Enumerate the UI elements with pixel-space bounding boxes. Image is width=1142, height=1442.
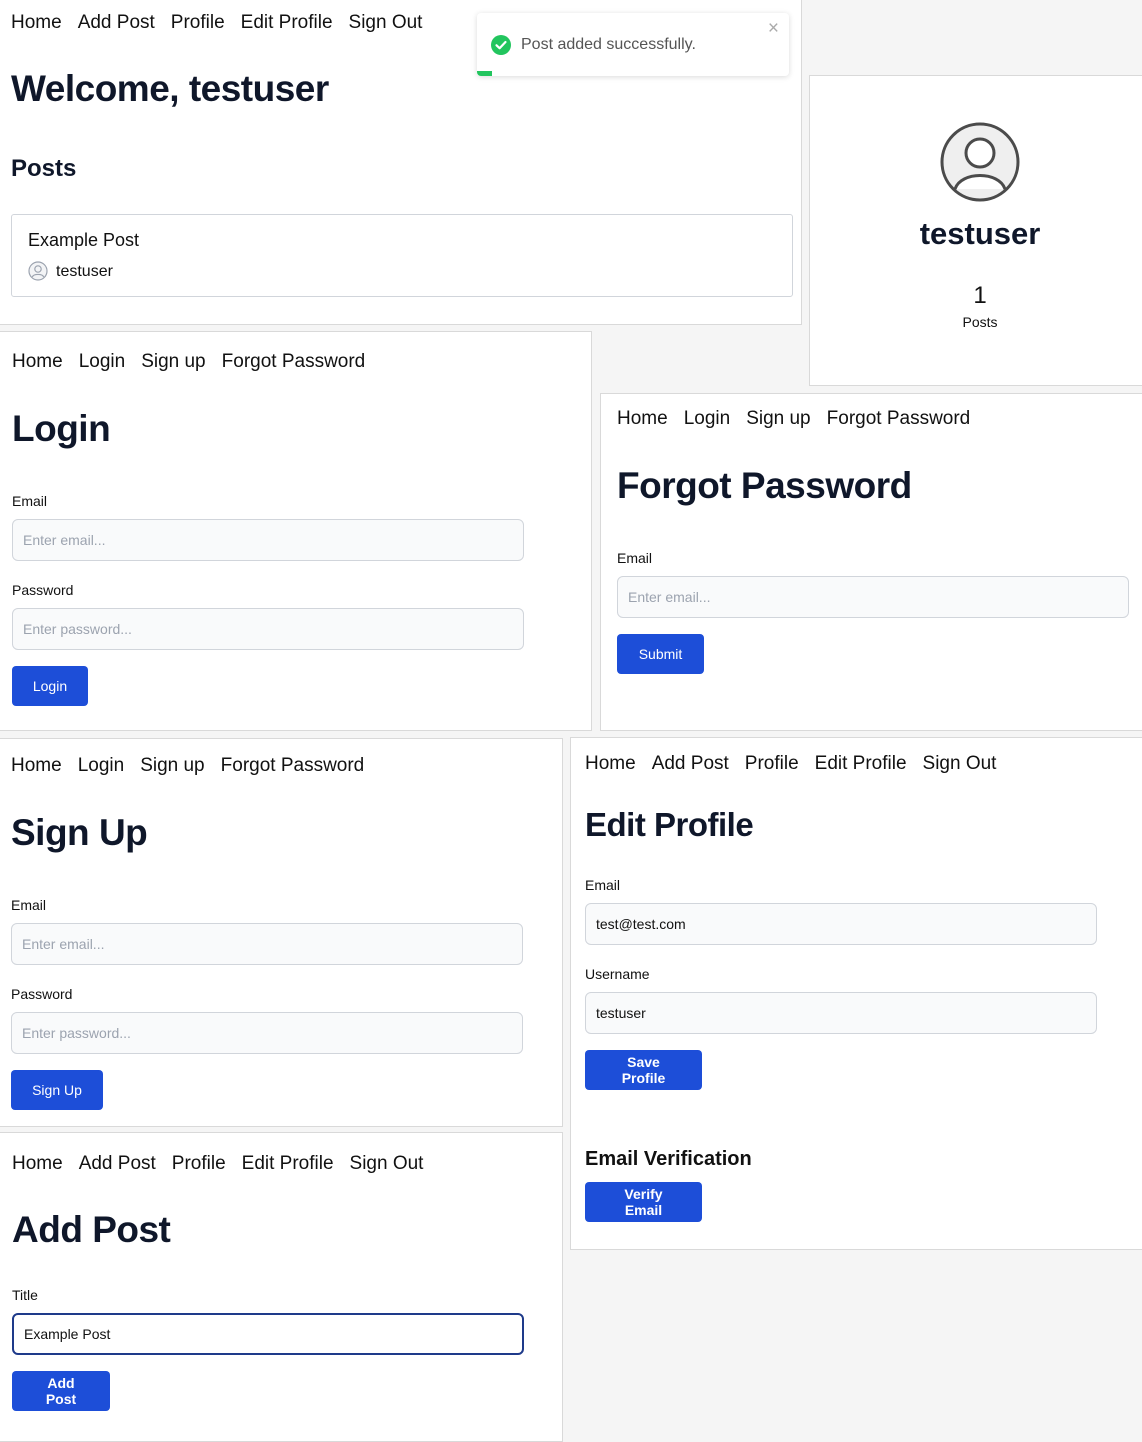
page-title: Login xyxy=(12,408,111,449)
email-input[interactable] xyxy=(12,519,524,561)
login-panel: Home Login Sign up Forgot Password Login… xyxy=(0,331,592,731)
post-count-label: Posts xyxy=(962,314,998,330)
forgot-password-panel: Home Login Sign up Forgot Password Forgo… xyxy=(600,393,1142,731)
top-nav: Home Add Post Profile Edit Profile Sign … xyxy=(585,753,996,775)
post-card[interactable]: Example Post testuser xyxy=(11,214,793,297)
check-circle-icon xyxy=(491,35,511,55)
nav-sign-up[interactable]: Sign up xyxy=(140,755,204,777)
sign-up-button[interactable]: Sign Up xyxy=(11,1070,103,1110)
nav-home[interactable]: Home xyxy=(11,755,62,777)
nav-sign-up[interactable]: Sign up xyxy=(746,408,810,430)
nav-login[interactable]: Login xyxy=(78,755,125,777)
profile-username: testuser xyxy=(919,216,1041,251)
top-nav: Home Login Sign up Forgot Password xyxy=(617,408,970,430)
email-input[interactable] xyxy=(585,903,1097,945)
save-profile-button[interactable]: Save Profile xyxy=(585,1050,702,1090)
nav-home[interactable]: Home xyxy=(12,351,63,373)
nav-edit-profile[interactable]: Edit Profile xyxy=(241,12,333,34)
nav-home[interactable]: Home xyxy=(12,1153,63,1175)
submit-button[interactable]: Submit xyxy=(617,634,704,674)
password-input[interactable] xyxy=(12,608,524,650)
add-post-panel: Home Add Post Profile Edit Profile Sign … xyxy=(0,1132,563,1442)
email-verification-heading: Email Verification xyxy=(585,1148,752,1170)
posts-heading: Posts xyxy=(11,155,77,182)
add-post-button[interactable]: Add Post xyxy=(12,1371,110,1411)
nav-home[interactable]: Home xyxy=(11,12,62,34)
password-label: Password xyxy=(12,582,74,598)
email-label: Email xyxy=(11,897,47,913)
top-nav: Home Add Post Profile Edit Profile Sign … xyxy=(11,12,422,34)
nav-add-post[interactable]: Add Post xyxy=(78,12,155,34)
toast-progress-bar xyxy=(477,71,492,76)
page-title: Edit Profile xyxy=(585,806,754,843)
page-title: Add Post xyxy=(12,1209,171,1250)
nav-forgot-password[interactable]: Forgot Password xyxy=(221,755,365,777)
nav-sign-out[interactable]: Sign Out xyxy=(350,1153,424,1175)
email-label: Email xyxy=(585,877,621,893)
email-input[interactable] xyxy=(11,923,523,965)
nav-sign-up[interactable]: Sign up xyxy=(141,351,205,373)
email-input[interactable] xyxy=(617,576,1129,618)
nav-sign-out[interactable]: Sign Out xyxy=(349,12,423,34)
nav-profile[interactable]: Profile xyxy=(172,1153,226,1175)
nav-add-post[interactable]: Add Post xyxy=(79,1153,156,1175)
password-label: Password xyxy=(11,986,73,1002)
nav-home[interactable]: Home xyxy=(617,408,668,430)
toast-message: Post added successfully. xyxy=(521,36,696,53)
nav-profile[interactable]: Profile xyxy=(745,753,799,775)
post-author: testuser xyxy=(56,263,113,280)
nav-add-post[interactable]: Add Post xyxy=(652,753,729,775)
top-nav: Home Login Sign up Forgot Password xyxy=(11,755,364,777)
password-input[interactable] xyxy=(11,1012,523,1054)
title-input[interactable] xyxy=(12,1313,524,1355)
post-count: 1 xyxy=(973,282,987,309)
close-icon[interactable]: × xyxy=(768,18,779,40)
top-nav: Home Login Sign up Forgot Password xyxy=(12,351,365,373)
page-title: Forgot Password xyxy=(617,465,912,506)
title-label: Title xyxy=(12,1287,38,1303)
verify-email-button[interactable]: Verify Email xyxy=(585,1182,702,1222)
email-label: Email xyxy=(12,493,48,509)
nav-edit-profile[interactable]: Edit Profile xyxy=(242,1153,334,1175)
avatar-icon xyxy=(28,261,48,281)
page-title: Welcome, testuser xyxy=(11,68,329,109)
signup-panel: Home Login Sign up Forgot Password Sign … xyxy=(0,738,563,1127)
nav-forgot-password[interactable]: Forgot Password xyxy=(222,351,366,373)
email-label: Email xyxy=(617,550,653,566)
nav-forgot-password[interactable]: Forgot Password xyxy=(827,408,971,430)
user-avatar-icon xyxy=(940,122,1020,202)
nav-sign-out[interactable]: Sign Out xyxy=(923,753,997,775)
nav-edit-profile[interactable]: Edit Profile xyxy=(815,753,907,775)
edit-profile-panel: Home Add Post Profile Edit Profile Sign … xyxy=(570,737,1142,1250)
toast-notification: Post added successfully. × xyxy=(477,13,789,76)
top-nav: Home Add Post Profile Edit Profile Sign … xyxy=(12,1153,423,1175)
nav-profile[interactable]: Profile xyxy=(171,12,225,34)
page-title: Sign Up xyxy=(11,812,148,853)
username-input[interactable] xyxy=(585,992,1097,1034)
nav-home[interactable]: Home xyxy=(585,753,636,775)
nav-login[interactable]: Login xyxy=(79,351,126,373)
login-button[interactable]: Login xyxy=(12,666,88,706)
profile-card-panel: testuser 1 Posts xyxy=(809,75,1142,386)
post-title[interactable]: Example Post xyxy=(28,230,139,251)
username-label: Username xyxy=(585,966,650,982)
nav-login[interactable]: Login xyxy=(684,408,731,430)
